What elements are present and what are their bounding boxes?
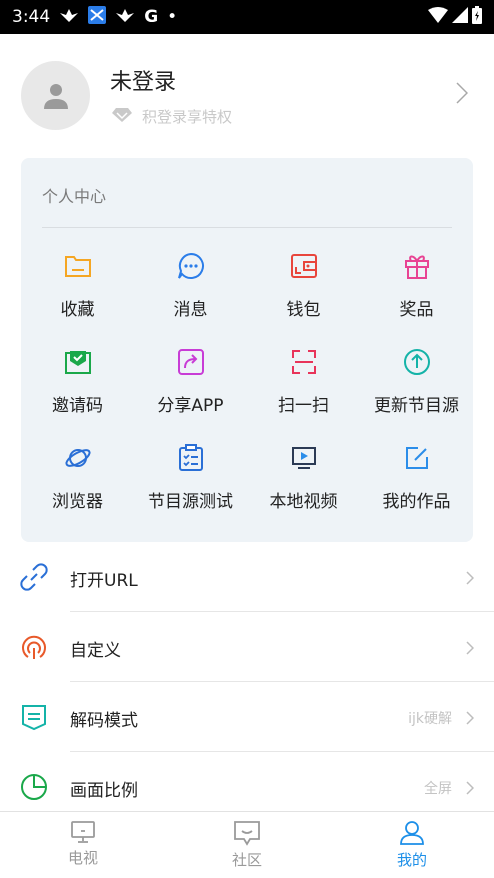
- clipboard-checklist-icon: [176, 443, 206, 473]
- gift-icon: [402, 251, 432, 281]
- aspect-ratio-value: 全屏: [424, 781, 452, 797]
- chat-bubble-icon: [176, 251, 206, 281]
- list-item-label: 打开URL: [70, 571, 138, 591]
- grid-item-update-source[interactable]: 更新节目源: [360, 347, 473, 416]
- diamond-icon: [112, 107, 132, 126]
- grid-item-label: 扫一扫: [278, 396, 329, 416]
- pie-ratio-icon: [20, 773, 48, 801]
- default-avatar-icon: [43, 83, 68, 109]
- grid-item-label: 奖品: [399, 300, 434, 320]
- grid-item-share-app[interactable]: 分享APP: [134, 347, 247, 416]
- tab-label: 电视: [67, 849, 98, 867]
- grid-item-label: 收藏: [60, 300, 95, 320]
- grid-item-label: 分享APP: [157, 396, 224, 416]
- user-icon: [400, 821, 424, 845]
- share-icon: [176, 347, 206, 377]
- tab-mine[interactable]: 我的: [362, 820, 462, 870]
- update-upload-icon: [402, 347, 432, 377]
- edit-icon: [402, 443, 432, 473]
- tab-community[interactable]: 社区: [197, 820, 297, 870]
- grid-item-label: 更新节目源: [374, 396, 459, 416]
- profile-header[interactable]: 未登录 积登录享特权: [0, 34, 494, 156]
- tab-label: 我的: [396, 851, 427, 869]
- grid-item-invite-code[interactable]: 邀请码: [21, 347, 134, 416]
- subtitle-text: 积登录享特权: [142, 108, 233, 126]
- bird-notification-icon: [115, 7, 135, 28]
- status-time: 3:44: [12, 7, 51, 27]
- decode-mode-value: ijk硬解: [408, 711, 452, 727]
- list-item-label: 画面比例: [70, 781, 138, 801]
- list-item-open-url[interactable]: 打开URL: [0, 542, 494, 612]
- grid-item-messages[interactable]: 消息: [134, 251, 247, 320]
- bottom-tab-bar: 电视 社区 我的: [0, 811, 494, 878]
- chevron-right-icon: [466, 710, 475, 729]
- chevron-right-icon: [466, 570, 475, 589]
- username: 未登录: [110, 70, 177, 95]
- status-bar: 3:44 G •: [0, 0, 494, 34]
- tab-label: 社区: [231, 851, 262, 869]
- grid-item-wallet[interactable]: 钱包: [247, 251, 360, 320]
- card-title: 个人中心: [42, 187, 107, 206]
- chevron-right-icon[interactable]: [456, 82, 469, 108]
- custom-signal-icon: [20, 633, 48, 661]
- grid-item-label: 邀请码: [52, 396, 103, 416]
- mail-notification-icon: [88, 5, 107, 29]
- login-privilege-hint: 积登录享特权: [112, 106, 232, 127]
- battery-icon: [472, 5, 482, 29]
- signal-icon: [452, 6, 468, 28]
- bird-notification-icon: [59, 7, 79, 28]
- avatar[interactable]: [21, 61, 90, 130]
- decode-mode-icon: [20, 703, 48, 731]
- grid-item-local-video[interactable]: 本地视频: [247, 443, 360, 512]
- scan-icon: [289, 347, 319, 377]
- grid-item-scan[interactable]: 扫一扫: [247, 347, 360, 416]
- local-video-icon: [289, 443, 319, 473]
- grid-item-prizes[interactable]: 奖品: [360, 251, 473, 320]
- grid-item-label: 本地视频: [269, 492, 338, 512]
- wallet-icon: [289, 251, 319, 281]
- list-item-decode-mode[interactable]: 解码模式 ijk硬解: [0, 682, 494, 752]
- list-item-custom[interactable]: 自定义: [0, 612, 494, 682]
- folder-icon: [63, 251, 93, 281]
- chevron-right-icon: [466, 780, 475, 799]
- grid-item-label: 浏览器: [52, 492, 103, 512]
- list-item-label: 解码模式: [70, 711, 138, 731]
- grid-item-label: 消息: [173, 300, 208, 320]
- g-notification-icon: G: [144, 7, 159, 27]
- grid-item-browser[interactable]: 浏览器: [21, 443, 134, 512]
- divider: [42, 227, 452, 228]
- planet-icon: [63, 443, 93, 473]
- invite-envelope-icon: [63, 347, 93, 377]
- personal-center-card: 个人中心 收藏 消息 钱包 奖品 邀请码 分享APP 扫一扫 更新节目源 浏览器…: [21, 158, 473, 542]
- list-item-label: 自定义: [70, 641, 121, 661]
- chevron-right-icon: [466, 640, 475, 659]
- grid-item-label: 节目源测试: [148, 492, 233, 512]
- wifi-icon: [428, 6, 448, 28]
- grid-item-label: 我的作品: [382, 492, 451, 512]
- more-notifications-dot: •: [167, 7, 178, 27]
- tab-tv[interactable]: 电视: [33, 820, 133, 868]
- grid-item-label: 钱包: [286, 300, 321, 320]
- community-icon: [234, 821, 260, 846]
- grid-item-favorites[interactable]: 收藏: [21, 251, 134, 320]
- grid-item-source-test[interactable]: 节目源测试: [134, 443, 247, 512]
- grid-item-my-works[interactable]: 我的作品: [360, 443, 473, 512]
- link-icon: [20, 563, 48, 591]
- tv-icon: [71, 821, 95, 843]
